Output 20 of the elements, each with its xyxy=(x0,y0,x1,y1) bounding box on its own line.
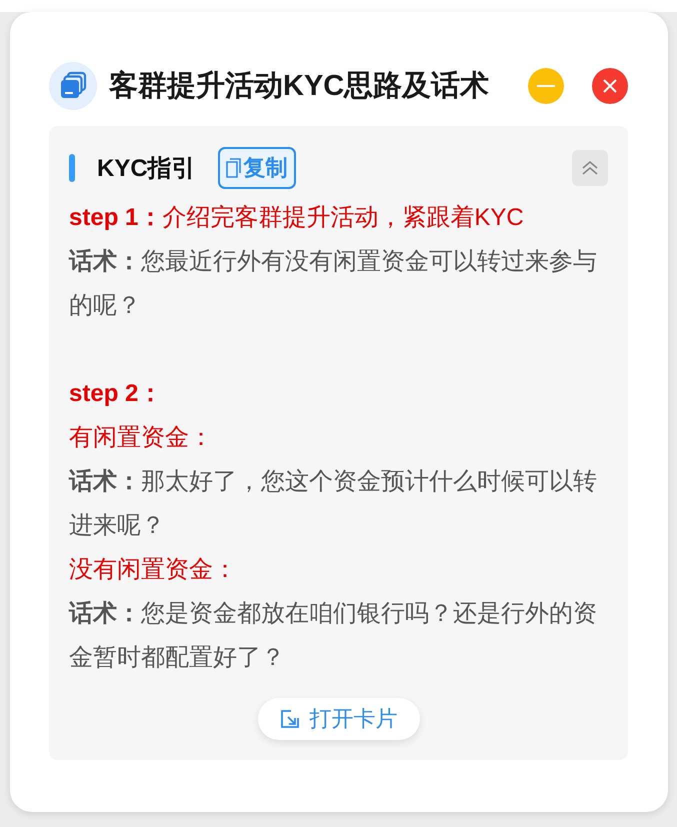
case-label: 没有闲置资金： xyxy=(69,555,238,585)
minus-icon xyxy=(537,84,555,88)
copy-button[interactable]: 复制 xyxy=(218,147,296,189)
case-label: 有闲置资金： xyxy=(69,423,214,453)
close-button[interactable] xyxy=(592,68,628,104)
step-heading: step 1：介绍完客群提升活动，紧跟着KYC xyxy=(69,203,525,233)
accent-bar xyxy=(69,154,75,182)
window-title: 客群提升活动KYC思路及话术 xyxy=(109,68,490,104)
collapse-button[interactable] xyxy=(572,150,608,186)
script-text: 话术：那太好了，您这个资金预计什么时候可以转进来呢？ xyxy=(69,467,598,541)
minimize-button[interactable] xyxy=(528,68,564,104)
copy-icon xyxy=(226,158,242,178)
step-heading: step 2： xyxy=(69,379,164,409)
open-card-button[interactable]: 打开卡片 xyxy=(258,698,420,740)
close-icon xyxy=(602,78,618,94)
chevrons-icon xyxy=(581,160,599,176)
open-icon xyxy=(280,709,300,729)
section-title: KYC指引 xyxy=(97,154,196,184)
script-text: 话术：您是资金都放在咱们银行吗？还是行外的资金暂时都配置好了？ xyxy=(69,599,598,673)
script-text: 话术：您最近行外有没有闲置资金可以转过来参与的呢？ xyxy=(69,247,598,321)
